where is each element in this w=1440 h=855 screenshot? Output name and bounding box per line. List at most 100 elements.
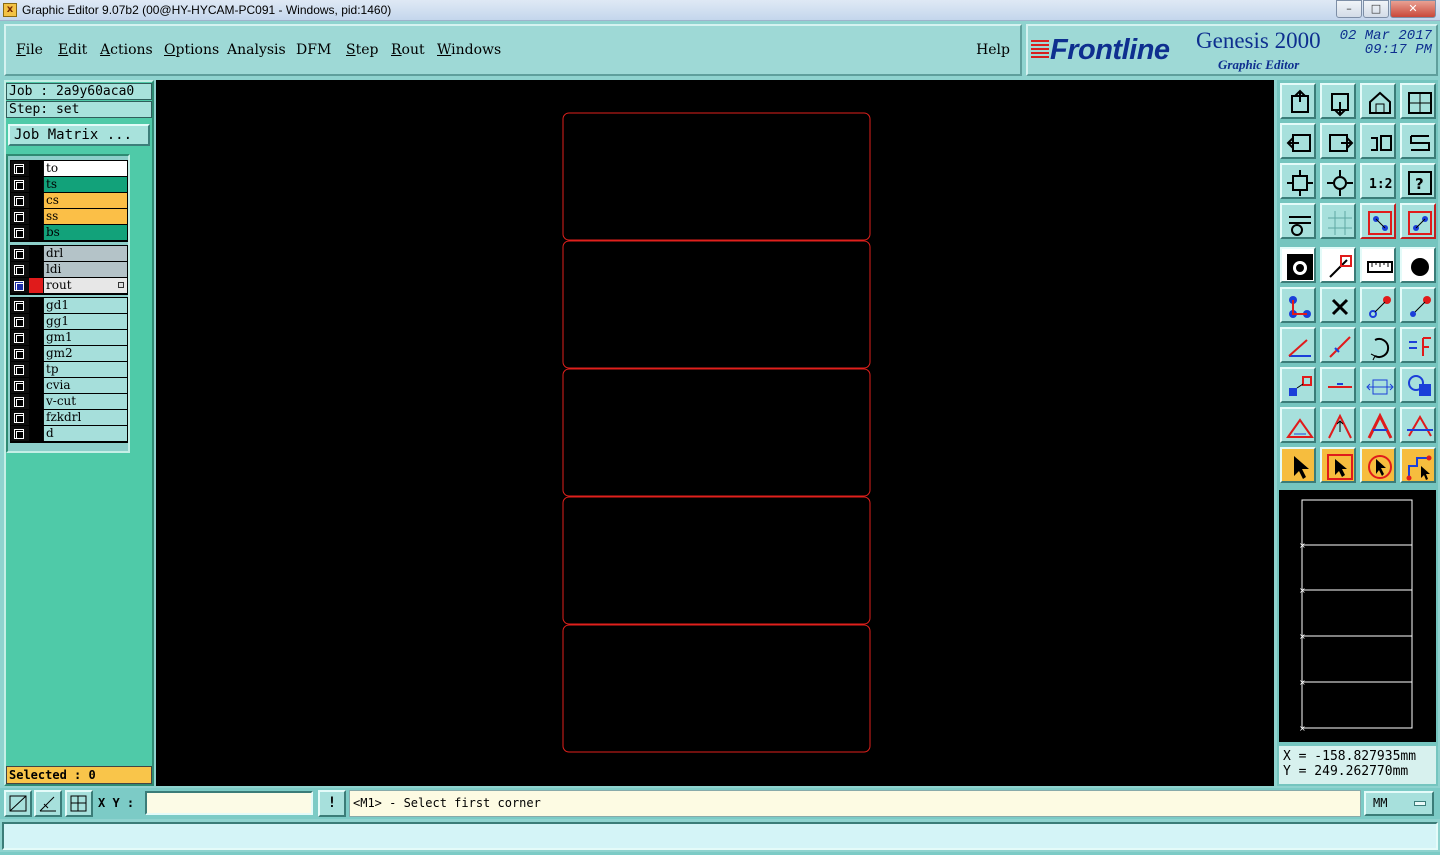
grid-tool-button[interactable]: [1320, 203, 1356, 239]
layer-row-cs[interactable]: cs: [11, 193, 127, 209]
layer-row-gd1[interactable]: gd1: [11, 298, 127, 314]
layer-checkbox[interactable]: [14, 164, 24, 174]
layer-row-to[interactable]: to: [11, 161, 127, 177]
scale-1-2-tool-button[interactable]: 1:2: [1360, 163, 1396, 199]
zoom-fit-tool-button[interactable]: [1280, 163, 1316, 199]
layer-row-cvia[interactable]: cvia: [11, 378, 127, 394]
xy-input[interactable]: [145, 791, 313, 815]
layer-checkbox[interactable]: [14, 397, 24, 407]
layer-row-gg1[interactable]: gg1: [11, 314, 127, 330]
segment-tool-button[interactable]: [1360, 287, 1396, 323]
layer-row-tp[interactable]: tp: [11, 362, 127, 378]
resize-tool-button[interactable]: [1360, 367, 1396, 403]
overview-map[interactable]: × × × × ×: [1277, 488, 1438, 744]
layer-checkbox[interactable]: [14, 196, 24, 206]
graphic-canvas[interactable]: [156, 80, 1274, 786]
layer-row-ss[interactable]: ss: [11, 209, 127, 225]
letter-a-tool-button[interactable]: [1360, 407, 1396, 443]
pointer-tool-button[interactable]: [1280, 447, 1316, 483]
menu-help[interactable]: Help: [976, 42, 1010, 58]
menu-windows[interactable]: Windows: [437, 42, 501, 58]
layers-panel-alt-tool-button[interactable]: [1400, 203, 1436, 239]
rout-panel-outline[interactable]: [562, 240, 871, 369]
pointer-rotate-tool-button[interactable]: [1360, 447, 1396, 483]
rotate-left-tool-button[interactable]: [1360, 123, 1396, 159]
close-button[interactable]: ✕: [1390, 0, 1436, 18]
angle-mode-button[interactable]: [34, 790, 62, 817]
line-tool-button[interactable]: [1320, 327, 1356, 363]
layer-checkbox[interactable]: [14, 317, 24, 327]
pointer-route-tool-button[interactable]: [1400, 447, 1436, 483]
cut-line-tool-button[interactable]: [1320, 367, 1356, 403]
menu-rout[interactable]: Rout: [391, 42, 425, 58]
layer-row-d[interactable]: d: [11, 426, 127, 442]
zoom-center-tool-button[interactable]: [1320, 163, 1356, 199]
help-tool-button[interactable]: ?: [1400, 163, 1436, 199]
layer-checkbox[interactable]: [14, 265, 24, 275]
layer-row-fzkdrl[interactable]: fzkdrl: [11, 410, 127, 426]
rout-panel-outline[interactable]: [562, 496, 871, 625]
pointer-select-tool-button[interactable]: [1320, 447, 1356, 483]
pan-left-tool-button[interactable]: [1280, 123, 1316, 159]
ruler-tool-button[interactable]: [1360, 247, 1396, 283]
menu-edit[interactable]: Edit: [58, 42, 87, 58]
connect-nodes-tool-button[interactable]: [1280, 287, 1316, 323]
minimize-button[interactable]: –: [1336, 0, 1362, 18]
menu-file[interactable]: File: [16, 42, 43, 58]
layer-checkbox[interactable]: [14, 429, 24, 439]
rotate-right-tool-button[interactable]: [1400, 123, 1436, 159]
layer-checkbox[interactable]: [14, 365, 24, 375]
flip-tool-button[interactable]: [1400, 327, 1436, 363]
rout-panel-outline[interactable]: [562, 368, 871, 497]
angle-tool-button[interactable]: [1280, 327, 1316, 363]
layer-checkbox[interactable]: [14, 180, 24, 190]
layer-checkbox[interactable]: [14, 228, 24, 238]
letter-a-alt-tool-button[interactable]: [1400, 407, 1436, 443]
menu-dfm[interactable]: DFM: [296, 42, 331, 58]
segment-alt-tool-button[interactable]: [1400, 287, 1436, 323]
feature-add-tool-button[interactable]: [1320, 247, 1356, 283]
cross-tool-button[interactable]: [1320, 287, 1356, 323]
home-down-tool-button[interactable]: [1320, 83, 1356, 119]
snap-mode-button[interactable]: [4, 790, 32, 817]
menu-analysis[interactable]: Analysis: [227, 42, 286, 58]
pan-right-tool-button[interactable]: [1320, 123, 1356, 159]
layer-checkbox[interactable]: [14, 381, 24, 391]
home-tool-button[interactable]: [1360, 83, 1396, 119]
rout-panel-outline[interactable]: [562, 112, 871, 241]
pad-tool-button[interactable]: [1280, 247, 1316, 283]
home-up-tool-button[interactable]: [1280, 83, 1316, 119]
layer-row-rout[interactable]: rout: [11, 278, 127, 294]
layers-panel-tool-button[interactable]: [1360, 203, 1396, 239]
warning-button[interactable]: !: [318, 790, 346, 817]
layer-row-gm1[interactable]: gm1: [11, 330, 127, 346]
layer-row-ts[interactable]: ts: [11, 177, 127, 193]
layer-row-bs[interactable]: bs: [11, 225, 127, 241]
layer-checkbox[interactable]: [14, 212, 24, 222]
layer-row-drl[interactable]: drl: [11, 246, 127, 262]
layer-checkbox[interactable]: [14, 249, 24, 259]
arc-tool-button[interactable]: [1360, 327, 1396, 363]
triangle-up-tool-button[interactable]: [1320, 407, 1356, 443]
grid-snap-button[interactable]: [65, 790, 93, 817]
snap-tool-button[interactable]: [1280, 367, 1316, 403]
layer-row-gm2[interactable]: gm2: [11, 346, 127, 362]
menu-actions[interactable]: Actions: [100, 42, 153, 58]
triangle-tool-button[interactable]: [1280, 407, 1316, 443]
window-split-tool-button[interactable]: [1400, 83, 1436, 119]
layer-checkbox[interactable]: [14, 281, 24, 291]
menu-step[interactable]: Step: [346, 42, 378, 58]
menu-options[interactable]: Options: [164, 42, 219, 58]
layer-checkbox[interactable]: [14, 349, 24, 359]
layer-row-ldi[interactable]: ldi: [11, 262, 127, 278]
layer-checkbox[interactable]: [14, 301, 24, 311]
job-matrix-button[interactable]: Job Matrix ...: [8, 124, 150, 146]
rout-panel-outline[interactable]: [562, 624, 871, 753]
maximize-button[interactable]: □: [1363, 0, 1389, 18]
settings-tool-button[interactable]: [1280, 203, 1316, 239]
units-select[interactable]: MM: [1364, 791, 1434, 816]
circle-tool-button[interactable]: [1400, 247, 1436, 283]
layer-checkbox[interactable]: [14, 413, 24, 423]
layer-checkbox[interactable]: [14, 333, 24, 343]
layer-options-icon[interactable]: [118, 282, 124, 288]
